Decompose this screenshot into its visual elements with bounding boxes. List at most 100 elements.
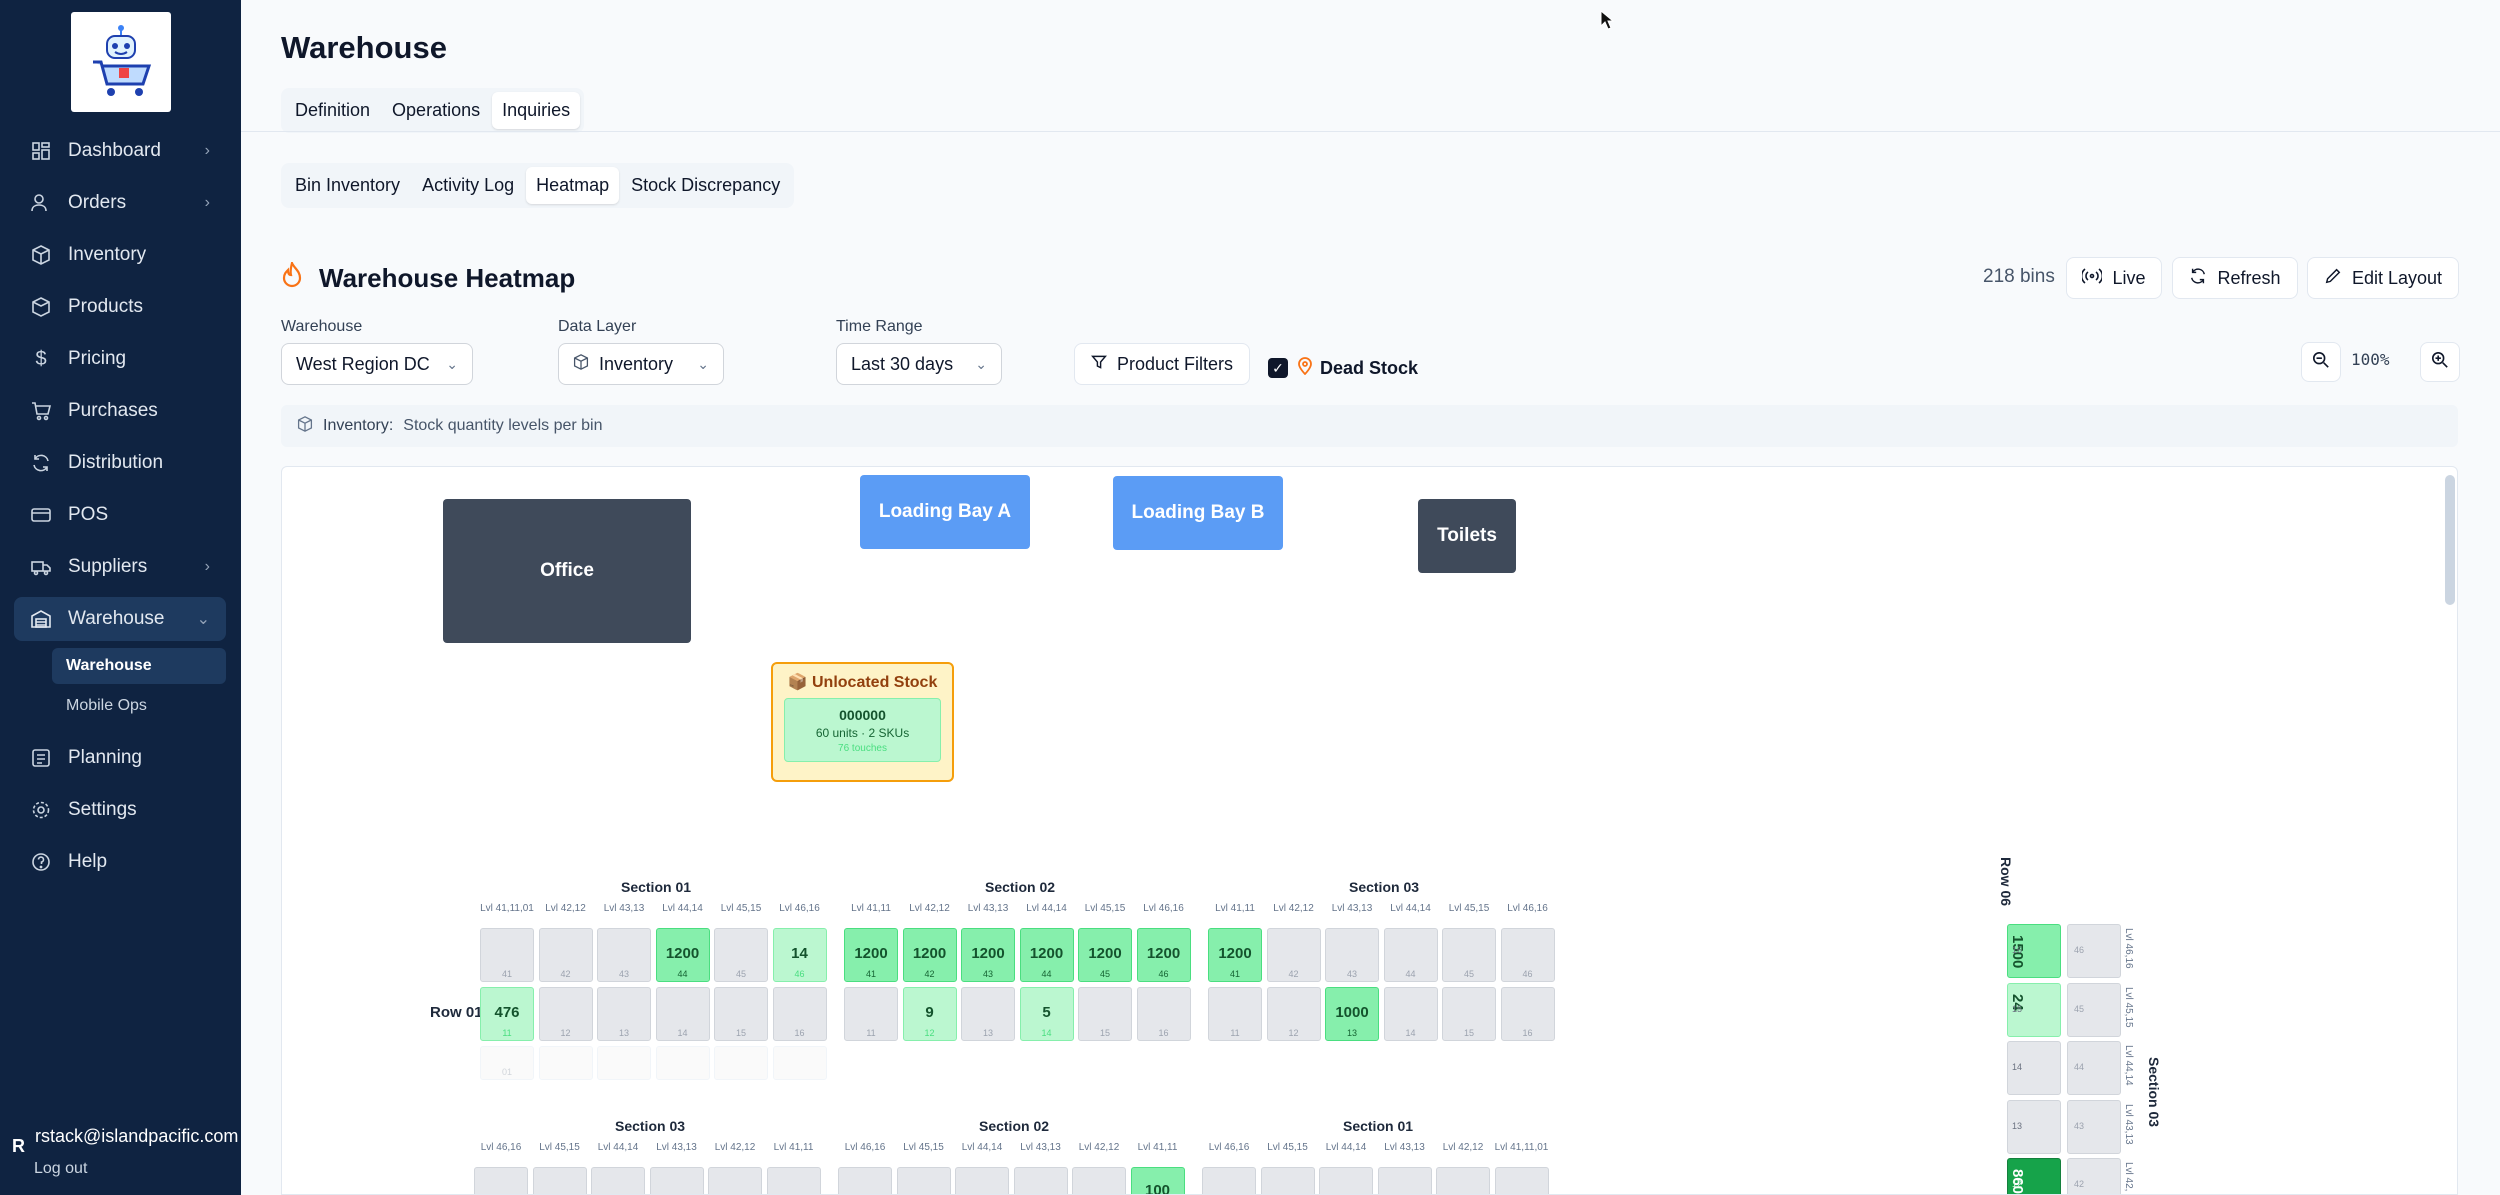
bin-cell[interactable]: 14 46 — [772, 928, 827, 982]
bin-cell[interactable]: 42 — [1266, 928, 1321, 982]
bin-cell[interactable]: 476 11 — [480, 987, 534, 1041]
sidebar-item-pos[interactable]: POS — [14, 493, 226, 537]
user-account[interactable]: R rstack@islandpacific.com — [12, 1126, 238, 1156]
tab-definition[interactable]: Definition — [285, 92, 380, 129]
bin-cell[interactable]: 100 — [1130, 1167, 1185, 1194]
zone-office[interactable]: Office — [443, 499, 691, 643]
sidebar-item-dashboard[interactable]: Dashboard › — [14, 129, 226, 173]
bin-cell[interactable] — [1494, 1167, 1549, 1194]
bin-cell[interactable]: 43 — [597, 928, 651, 982]
bin-cell[interactable]: 11 — [844, 987, 898, 1041]
bin-cell[interactable]: 9 12 — [902, 987, 957, 1041]
bin-cell[interactable] — [955, 1167, 1009, 1194]
bin-cell[interactable] — [708, 1167, 762, 1194]
bin-cell[interactable]: 13 — [597, 987, 651, 1041]
bin-cell[interactable]: 44 — [2067, 1041, 2121, 1095]
edit-layout-button[interactable]: Edit Layout — [2307, 257, 2459, 299]
bin-cell[interactable]: 45 — [1442, 928, 1496, 982]
bin-cell[interactable]: 44 — [1383, 928, 1438, 982]
bin-cell[interactable]: 14 — [1383, 987, 1438, 1041]
tab-inquiries[interactable]: Inquiries — [492, 92, 581, 129]
zone-loading-bay-a[interactable]: Loading Bay A — [860, 475, 1030, 549]
bin-cell[interactable]: 14 — [655, 987, 710, 1041]
sidebar-item-warehouse[interactable]: Warehouse ⌄ — [14, 597, 226, 641]
warehouse-layout-canvas[interactable]: Office Loading Bay A Loading Bay B Toile… — [281, 466, 2458, 1195]
sidebar-item-products[interactable]: Products — [14, 285, 226, 329]
bin-cell[interactable]: 1200 41 — [844, 928, 898, 982]
bin-cell[interactable] — [474, 1167, 528, 1194]
bin-cell[interactable] — [1377, 1167, 1432, 1194]
unlocated-bin[interactable]: 000000 60 units · 2 SKUs 76 touches — [784, 698, 941, 762]
bin-cell[interactable]: 11 — [1208, 987, 1262, 1041]
bin-cell[interactable]: 1200 46 — [1136, 928, 1191, 982]
bin-cell[interactable]: 42 — [2067, 1158, 2121, 1194]
bin-cell[interactable] — [649, 1167, 704, 1194]
time-range-select[interactable]: Last 30 days ⌄ — [836, 343, 1002, 385]
warehouse-select[interactable]: West Region DC ⌄ — [281, 343, 473, 385]
bin-cell[interactable] — [1072, 1167, 1126, 1194]
bin-cell[interactable]: 15 — [1442, 987, 1496, 1041]
bin-cell[interactable]: 13 — [2007, 1099, 2061, 1154]
sidebar-item-orders[interactable]: Orders › — [14, 181, 226, 225]
bin-cell[interactable] — [766, 1167, 821, 1194]
bin-cell[interactable]: 1500 16 — [2007, 924, 2061, 978]
bin-cell[interactable] — [896, 1167, 951, 1194]
sidebar-subitem-warehouse[interactable]: Warehouse — [52, 648, 226, 684]
bin-cell[interactable]: 1200 45 — [1078, 928, 1132, 982]
bin-cell[interactable]: 1000 13 — [1325, 987, 1379, 1041]
bin-cell[interactable]: 24 15 — [2007, 982, 2061, 1037]
logout-link[interactable]: Log out — [34, 1160, 87, 1178]
sidebar-item-help[interactable]: Help — [14, 840, 226, 884]
bin-cell[interactable]: 1200 44 — [1019, 928, 1074, 982]
bin-cell[interactable]: 15 — [714, 987, 768, 1041]
vertical-scrollbar[interactable] — [2445, 475, 2455, 605]
sidebar-item-settings[interactable]: Settings — [14, 788, 226, 832]
bin-cell[interactable]: 16 — [1500, 987, 1555, 1041]
zone-toilets[interactable]: Toilets — [1418, 499, 1516, 573]
zoom-in-button[interactable] — [2420, 342, 2460, 382]
app-logo[interactable] — [71, 12, 171, 112]
zoom-out-button[interactable] — [2301, 342, 2341, 382]
bin-cell[interactable]: 16 — [1136, 987, 1191, 1041]
product-filters-button[interactable]: Product Filters — [1074, 343, 1250, 385]
bin-cell[interactable]: 12 — [538, 987, 593, 1041]
sidebar-item-pricing[interactable]: $ Pricing — [14, 337, 226, 381]
unlocated-stock-zone[interactable]: 📦 Unlocated Stock 000000 60 units · 2 SK… — [771, 662, 954, 782]
bin-cell[interactable]: 41 — [480, 928, 534, 982]
bin-cell[interactable]: 5 14 — [1019, 987, 1074, 1041]
bin-cell[interactable] — [1260, 1167, 1315, 1194]
bin-cell[interactable] — [591, 1167, 645, 1194]
sidebar-item-suppliers[interactable]: Suppliers › — [14, 545, 226, 589]
live-button[interactable]: Live — [2066, 257, 2162, 299]
bin-cell[interactable] — [1013, 1167, 1068, 1194]
bin-cell[interactable] — [1202, 1167, 1256, 1194]
dead-stock-checkbox[interactable]: ✓ — [1268, 358, 1288, 378]
tab-heatmap[interactable]: Heatmap — [526, 167, 620, 204]
data-layer-select[interactable]: Inventory ⌄ — [558, 343, 724, 385]
bin-cell[interactable]: 1200 41 — [1208, 928, 1262, 982]
sidebar-item-purchases[interactable]: Purchases — [14, 389, 226, 433]
bin-cell[interactable]: 43 — [1325, 928, 1379, 982]
bin-cell[interactable]: 13 — [961, 987, 1015, 1041]
bin-cell[interactable] — [838, 1167, 892, 1194]
tab-stock-discrepancy[interactable]: Stock Discrepancy — [621, 167, 790, 204]
bin-cell[interactable]: 16 — [772, 987, 827, 1041]
bin-cell[interactable]: 1200 42 — [902, 928, 957, 982]
sidebar-item-planning[interactable]: Planning — [14, 736, 226, 780]
bin-cell[interactable]: 12 — [1266, 987, 1321, 1041]
bin-cell[interactable]: 46 — [2067, 924, 2121, 978]
bin-cell[interactable] — [1436, 1167, 1490, 1194]
sidebar-item-distribution[interactable]: Distribution — [14, 441, 226, 485]
bin-cell[interactable] — [1319, 1167, 1373, 1194]
bin-cell[interactable]: 1200 43 — [961, 928, 1015, 982]
bin-cell[interactable]: 860 12 — [2007, 1158, 2061, 1194]
tab-activity-log[interactable]: Activity Log — [412, 167, 524, 204]
bin-cell[interactable]: 15 — [1078, 987, 1132, 1041]
tab-operations[interactable]: Operations — [382, 92, 490, 129]
tab-bin-inventory[interactable]: Bin Inventory — [285, 167, 410, 204]
bin-cell[interactable]: 42 — [538, 928, 593, 982]
bin-cell[interactable]: 45 — [714, 928, 768, 982]
bin-cell[interactable]: 1200 44 — [655, 928, 710, 982]
bin-cell[interactable]: 45 — [2067, 982, 2121, 1037]
bin-cell[interactable] — [532, 1167, 587, 1194]
